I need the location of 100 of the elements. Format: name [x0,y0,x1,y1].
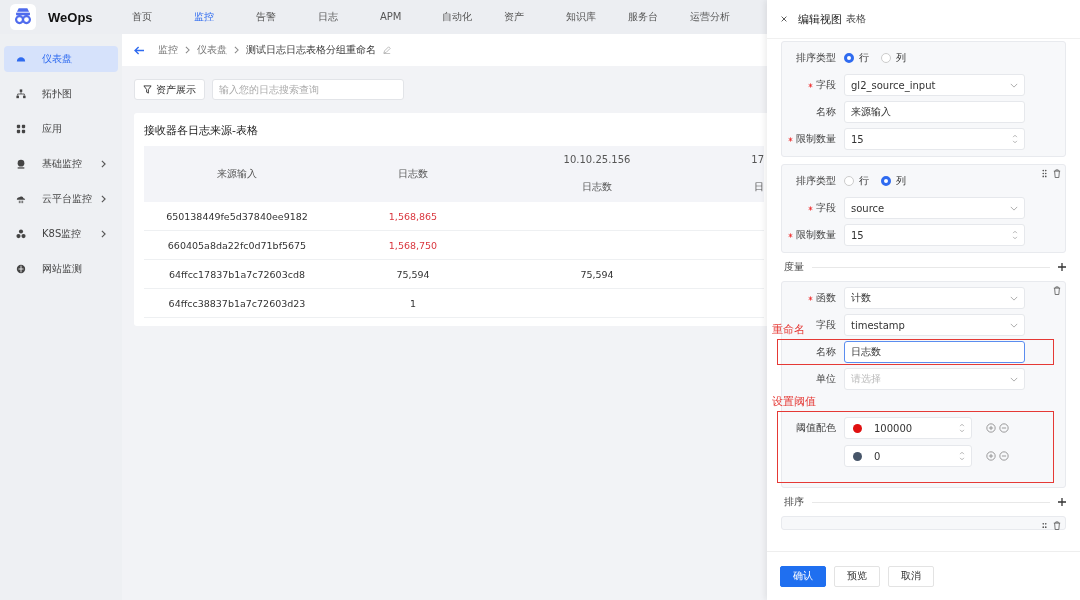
table-cell: 1 [409,297,416,309]
input-field[interactable]: 来源输入 [844,101,1025,123]
table-cell: 75,594 [580,268,614,280]
back-arrow-icon[interactable] [134,45,145,55]
column-header: 来源输入 [217,167,257,181]
annotation-label: 设置阈值 [772,395,816,408]
nav-tab[interactable]: 首页 [132,11,152,22]
app-name: WeOps [48,9,93,25]
breadcrumb-item[interactable]: 监控 [158,43,178,57]
table-cell: 64ffcc17837b1a7c72603cd8 [169,268,305,280]
field-label: 限制数量 [796,228,836,242]
field-label: 函数 [816,291,836,305]
select-field[interactable]: 计数 [844,287,1025,309]
nav-tab[interactable]: 资产 [504,11,524,22]
color-dot[interactable] [853,423,862,433]
chevron-icon [234,46,239,54]
field-label: 限制数量 [796,132,836,146]
nav-tab[interactable]: 服务台 [628,11,658,22]
radio-option[interactable]: 行 [844,174,869,188]
drag-handle-icon[interactable] [1042,521,1047,530]
table-cell: 64ffcc38837b1a7c72603d23 [168,297,306,309]
select-field[interactable]: source [844,197,1025,219]
chevron-icon [101,195,106,203]
drag-handle-icon[interactable] [1042,169,1047,178]
gauge-icon [16,54,26,64]
sidebar-item[interactable]: 云平台监控 [4,186,118,212]
number-field[interactable]: 15 [844,224,1025,246]
delete-icon[interactable] [1053,521,1061,530]
threshold-field[interactable]: 100000 [844,417,972,439]
radio-option[interactable]: 行 [844,51,869,65]
caret-icon [1010,205,1018,211]
select-field[interactable]: timestamp [844,314,1025,336]
sidebar-item[interactable]: 仪表盘 [4,46,118,72]
field-label: 单位 [816,372,836,386]
caret-icon [1010,295,1018,301]
column-header: 日志数 [398,167,428,181]
breadcrumb-item: 测试日志日志表格分组重命名 [246,43,376,57]
nav-tab[interactable]: APM [380,11,402,22]
chevron-icon [101,230,106,238]
confirm-button[interactable]: 确认 [780,565,826,587]
required-icon [808,295,813,301]
close-icon[interactable] [780,15,788,23]
cloud-icon [16,194,26,204]
radio-option[interactable]: 列 [881,51,906,65]
sidebar-item[interactable]: 网站监测 [4,256,118,282]
nav-tab[interactable]: 自动化 [442,11,472,22]
drawer-subtitle: 表格 [846,12,866,26]
search-field[interactable]: 输入您的日志搜索查询 [212,79,404,100]
input-field[interactable]: 日志数 [844,341,1025,363]
table-cell: 1,568,865 [388,210,438,222]
column-header: 日 [754,180,764,195]
grid-icon [16,124,26,134]
breadcrumb-item[interactable]: 仪表盘 [197,43,227,57]
column-header: 日志数 [582,180,612,195]
caret-icon [1010,82,1018,88]
nav-tab[interactable]: 告警 [256,11,276,22]
delete-icon[interactable] [1053,286,1061,295]
nav-tab[interactable]: 日志 [318,11,338,22]
field-label: 排序类型 [796,174,836,188]
chevron-icon [185,46,190,54]
required-icon [808,82,813,88]
asset-filter-button[interactable]: 资产展示 [134,79,205,100]
nav-tab[interactable]: 监控 [194,11,214,22]
drawer-title: 编辑视图 [798,11,842,27]
add-icon[interactable] [1058,498,1066,506]
select-field[interactable]: gl2_source_input [844,74,1025,96]
required-icon [808,205,813,211]
field-label: 字段 [816,201,836,215]
filter-icon [143,85,152,94]
panel-title: 接收器各日志来源-表格 [144,123,259,138]
sidebar-item[interactable]: 拓扑图 [4,81,118,107]
number-field[interactable]: 15 [844,128,1025,150]
webcam-icon [16,159,26,169]
table-cell: 1,568,750 [388,239,438,251]
section-title: 排序 [784,495,804,509]
field-label: 名称 [816,345,836,359]
delete-icon[interactable] [1053,169,1061,178]
sidebar-item[interactable]: 应用 [4,116,118,142]
required-icon [788,136,793,142]
sidebar-item[interactable]: K8S监控 [4,221,118,247]
chevron-icon [101,160,106,168]
nav-tab[interactable]: 知识库 [566,11,596,22]
nav-tab[interactable]: 运营分析 [690,11,730,22]
annotation-label: 重命名 [772,323,805,336]
field-label: 字段 [816,78,836,92]
field-label: 字段 [816,318,836,332]
threshold-field[interactable]: 0 [844,445,972,467]
radio-option[interactable]: 列 [881,174,906,188]
field-label: 阈值配色 [796,421,836,435]
column-header: 10.10.25.156 [563,153,631,165]
table-cell: 75,594 [396,268,430,280]
footer-button[interactable]: 预览 [834,565,880,587]
color-dot[interactable] [853,451,862,461]
circles-icon [16,229,26,239]
add-icon[interactable] [1058,263,1066,271]
caret-icon [1010,376,1018,382]
footer-button[interactable]: 取消 [888,565,934,587]
sidebar-item[interactable]: 基础监控 [4,151,118,177]
caret-icon [1010,322,1018,328]
required-icon [788,232,793,238]
